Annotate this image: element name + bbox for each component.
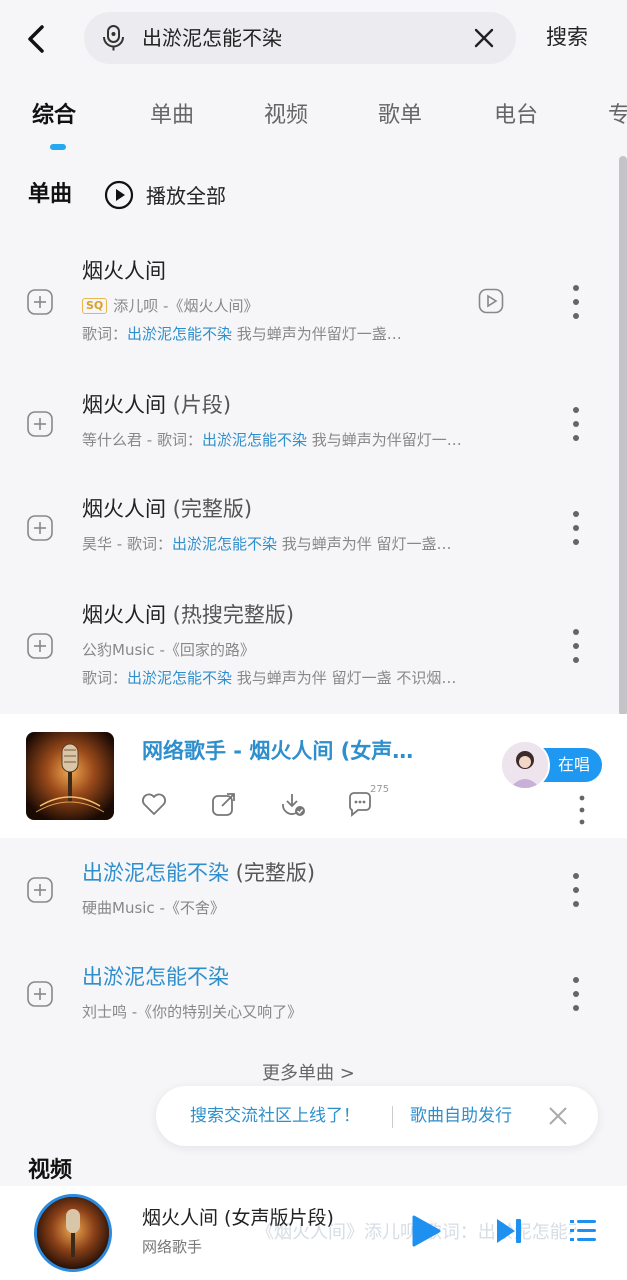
player-song-title[interactable]: 烟火人间 (女声版片段) <box>142 1204 334 1232</box>
more-options-icon[interactable] <box>566 282 586 322</box>
add-icon[interactable] <box>26 288 54 316</box>
song-row[interactable]: 烟火人间 SQ 添儿呗 -《烟火人间》 歌词：出淤泥怎能不染 我与蝉声为伴留灯一盏… <box>0 248 627 360</box>
more-songs-link[interactable]: 更多单曲 > <box>262 1060 355 1088</box>
close-icon[interactable] <box>546 1104 570 1128</box>
tab-radio[interactable]: 电台 <box>494 100 538 132</box>
divider <box>392 1106 393 1128</box>
back-arrow-icon <box>28 25 44 53</box>
tab-playlists[interactable]: 歌单 <box>378 100 422 132</box>
next-track-icon[interactable] <box>494 1216 524 1246</box>
mv-play-icon[interactable] <box>478 288 504 314</box>
section-title: 单曲 <box>28 182 73 207</box>
song-row[interactable]: 出淤泥怎能不染 刘士鸣 -《你的特别关心又响了》 <box>0 958 627 1038</box>
voice-search-icon[interactable] <box>100 24 128 52</box>
heart-icon[interactable] <box>140 790 168 818</box>
search-button[interactable]: 搜索 <box>546 22 588 52</box>
avatar <box>500 740 550 790</box>
album-cover[interactable] <box>26 732 114 820</box>
song-artist-album: 公豹Music -《回家的路》 <box>82 641 255 659</box>
song-title: 出淤泥怎能不染 <box>82 965 229 989</box>
video-section-title: 视频 <box>28 1158 73 1183</box>
song-row[interactable]: 烟火人间 (片段) 等什么君 - 歌词：出淤泥怎能不染 我与蝉声为伴留灯一… <box>0 380 627 470</box>
add-icon[interactable] <box>26 980 54 1008</box>
song-artist-album: SQ 添儿呗 -《烟火人间》 <box>82 294 258 318</box>
search-input[interactable]: 出淤泥怎能不染 <box>142 24 282 52</box>
song-lyric: 歌词：出淤泥怎能不染 我与蝉声为伴 留灯一盏 不识烟… <box>82 669 457 687</box>
add-icon[interactable] <box>26 876 54 904</box>
video-result-card[interactable]: 网络歌手 - 烟火人间 (女声… 275 在唱 <box>0 714 627 838</box>
tab-all[interactable]: 综合 <box>32 100 76 132</box>
player-album-art[interactable] <box>34 1194 112 1272</box>
download-icon[interactable] <box>278 790 306 818</box>
play-all-button[interactable]: 播放全部 <box>146 181 226 211</box>
song-lyric: 等什么君 - 歌词：出淤泥怎能不染 我与蝉声为伴留灯一… <box>82 431 462 449</box>
song-title: 烟火人间 <box>82 259 166 283</box>
tab-songs[interactable]: 单曲 <box>150 100 194 132</box>
song-row[interactable]: 烟火人间 (热搜完整版) 公豹Music -《回家的路》 歌词：出淤泥怎能不染 … <box>0 590 627 700</box>
self-publish-link[interactable]: 歌曲自助发行 <box>410 1102 512 1130</box>
community-link[interactable]: 搜索交流社区上线了！ <box>190 1102 360 1130</box>
singing-label: 在唱 <box>558 755 591 774</box>
song-title: 烟火人间 (热搜完整版) <box>82 603 295 627</box>
song-title: 烟火人间 (完整版) <box>82 497 253 521</box>
playlist-icon[interactable] <box>568 1216 598 1246</box>
notification-toast[interactable]: 搜索交流社区上线了！ 歌曲自助发行 <box>156 1086 598 1146</box>
play-icon[interactable] <box>410 1214 442 1248</box>
song-lyric: 歌词：出淤泥怎能不染 我与蝉声为伴留灯一盏… <box>82 325 402 343</box>
song-row[interactable]: 出淤泥怎能不染 (完整版) 硬曲Music -《不舍》 <box>0 852 627 932</box>
add-icon[interactable] <box>26 514 54 542</box>
more-options-icon[interactable] <box>566 626 586 666</box>
player-artist: 网络歌手 <box>142 1238 203 1256</box>
play-circle-icon[interactable] <box>104 180 134 210</box>
song-title: 出淤泥怎能不染 (完整版) <box>82 861 316 885</box>
add-icon[interactable] <box>26 632 54 660</box>
back-button[interactable] <box>22 22 52 56</box>
song-artist-album: 刘士鸣 -《你的特别关心又响了》 <box>82 1003 303 1021</box>
more-options-icon[interactable] <box>566 974 586 1014</box>
more-options-icon[interactable] <box>566 404 586 444</box>
song-artist-album: 硬曲Music -《不舍》 <box>82 899 225 917</box>
tab-albums[interactable]: 专 <box>608 100 627 132</box>
song-title: 烟火人间 (片段) <box>82 393 232 417</box>
search-bar[interactable]: 出淤泥怎能不染 <box>84 12 516 64</box>
card-title[interactable]: 网络歌手 - 烟火人间 (女声… <box>142 736 413 766</box>
song-row[interactable]: 烟火人间 (完整版) 昊华 - 歌词：出淤泥怎能不染 我与蝉声为伴 留灯一盏… <box>0 484 627 574</box>
song-lyric: 昊华 - 歌词：出淤泥怎能不染 我与蝉声为伴 留灯一盏… <box>82 535 452 553</box>
more-options-icon[interactable] <box>566 870 586 910</box>
share-icon[interactable] <box>210 790 238 818</box>
more-options-icon[interactable] <box>566 508 586 548</box>
more-options-icon[interactable] <box>574 792 590 828</box>
tab-videos[interactable]: 视频 <box>264 100 308 132</box>
add-icon[interactable] <box>26 410 54 438</box>
comment-count: 275 <box>370 784 390 795</box>
sq-badge: SQ <box>82 298 108 314</box>
active-tab-indicator <box>50 144 66 150</box>
now-singing-badge[interactable]: 在唱 <box>500 740 604 790</box>
mini-player[interactable]: 《烟火人间》添儿呗 歌词：出淤泥怎能不染 烟火人间 (女声版片段) 网络歌手 <box>0 1186 627 1280</box>
clear-search-icon[interactable] <box>472 26 496 50</box>
